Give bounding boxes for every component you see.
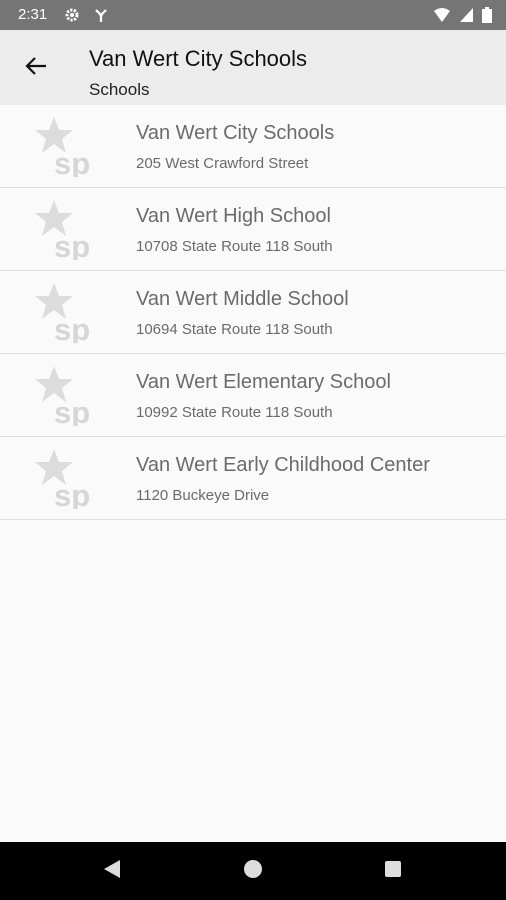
arrow-left-icon bbox=[25, 56, 47, 81]
list-item[interactable]: sp Van Wert Elementary School 10992 Stat… bbox=[0, 354, 506, 437]
school-address: 10992 State Route 118 South bbox=[136, 404, 333, 421]
school-address: 10694 State Route 118 South bbox=[136, 321, 333, 338]
list-item[interactable]: sp Van Wert Early Childhood Center 1120 … bbox=[0, 437, 506, 520]
list-item[interactable]: sp Van Wert Middle School 10694 State Ro… bbox=[0, 271, 506, 354]
status-right-icons bbox=[433, 7, 492, 28]
list-item[interactable]: sp Van Wert High School 10708 State Rout… bbox=[0, 188, 506, 271]
gear-icon bbox=[64, 7, 80, 28]
navigation-bar bbox=[0, 842, 506, 900]
school-name: Van Wert City Schools bbox=[136, 122, 335, 144]
logo-text: sp bbox=[54, 395, 90, 426]
wifi-icon bbox=[433, 7, 451, 28]
logo-text: sp bbox=[54, 146, 90, 177]
school-address: 1120 Buckeye Drive bbox=[136, 487, 270, 504]
school-name: Van Wert Early Childhood Center bbox=[136, 454, 430, 476]
page-subtitle: Schools bbox=[89, 80, 150, 99]
list-item[interactable]: sp Van Wert City Schools 205 West Crawfo… bbox=[0, 105, 506, 188]
school-logo-icon: sp bbox=[35, 283, 90, 343]
nav-home-button[interactable] bbox=[223, 842, 283, 900]
logo-text: sp bbox=[54, 478, 90, 509]
back-button[interactable] bbox=[16, 53, 56, 83]
fan-icon bbox=[92, 7, 110, 28]
school-logo-icon: sp bbox=[35, 117, 90, 177]
signal-icon bbox=[459, 7, 474, 28]
logo-text: sp bbox=[54, 312, 90, 343]
back-triangle-icon bbox=[102, 859, 122, 884]
school-list: sp Van Wert City Schools 205 West Crawfo… bbox=[0, 105, 506, 520]
nav-back-button[interactable] bbox=[82, 842, 142, 900]
school-name: Van Wert Middle School bbox=[136, 288, 349, 310]
status-bar: 2:31 bbox=[0, 0, 506, 30]
page-title: Van Wert City Schools bbox=[89, 46, 308, 71]
school-logo-icon: sp bbox=[35, 449, 90, 509]
school-logo-icon: sp bbox=[35, 366, 90, 426]
school-address: 205 West Crawford Street bbox=[136, 155, 309, 172]
battery-icon bbox=[482, 7, 492, 28]
nav-recents-button[interactable] bbox=[363, 842, 423, 900]
home-circle-icon bbox=[243, 859, 263, 884]
status-left-icons bbox=[64, 7, 110, 28]
logo-text: sp bbox=[54, 229, 90, 260]
school-name: Van Wert Elementary School bbox=[136, 371, 391, 393]
school-logo-icon: sp bbox=[35, 200, 90, 260]
recents-square-icon bbox=[384, 860, 402, 883]
app-bar: Van Wert City Schools Schools bbox=[0, 30, 506, 105]
school-name: Van Wert High School bbox=[136, 205, 331, 227]
school-address: 10708 State Route 118 South bbox=[136, 238, 333, 255]
status-time: 2:31 bbox=[18, 6, 48, 23]
